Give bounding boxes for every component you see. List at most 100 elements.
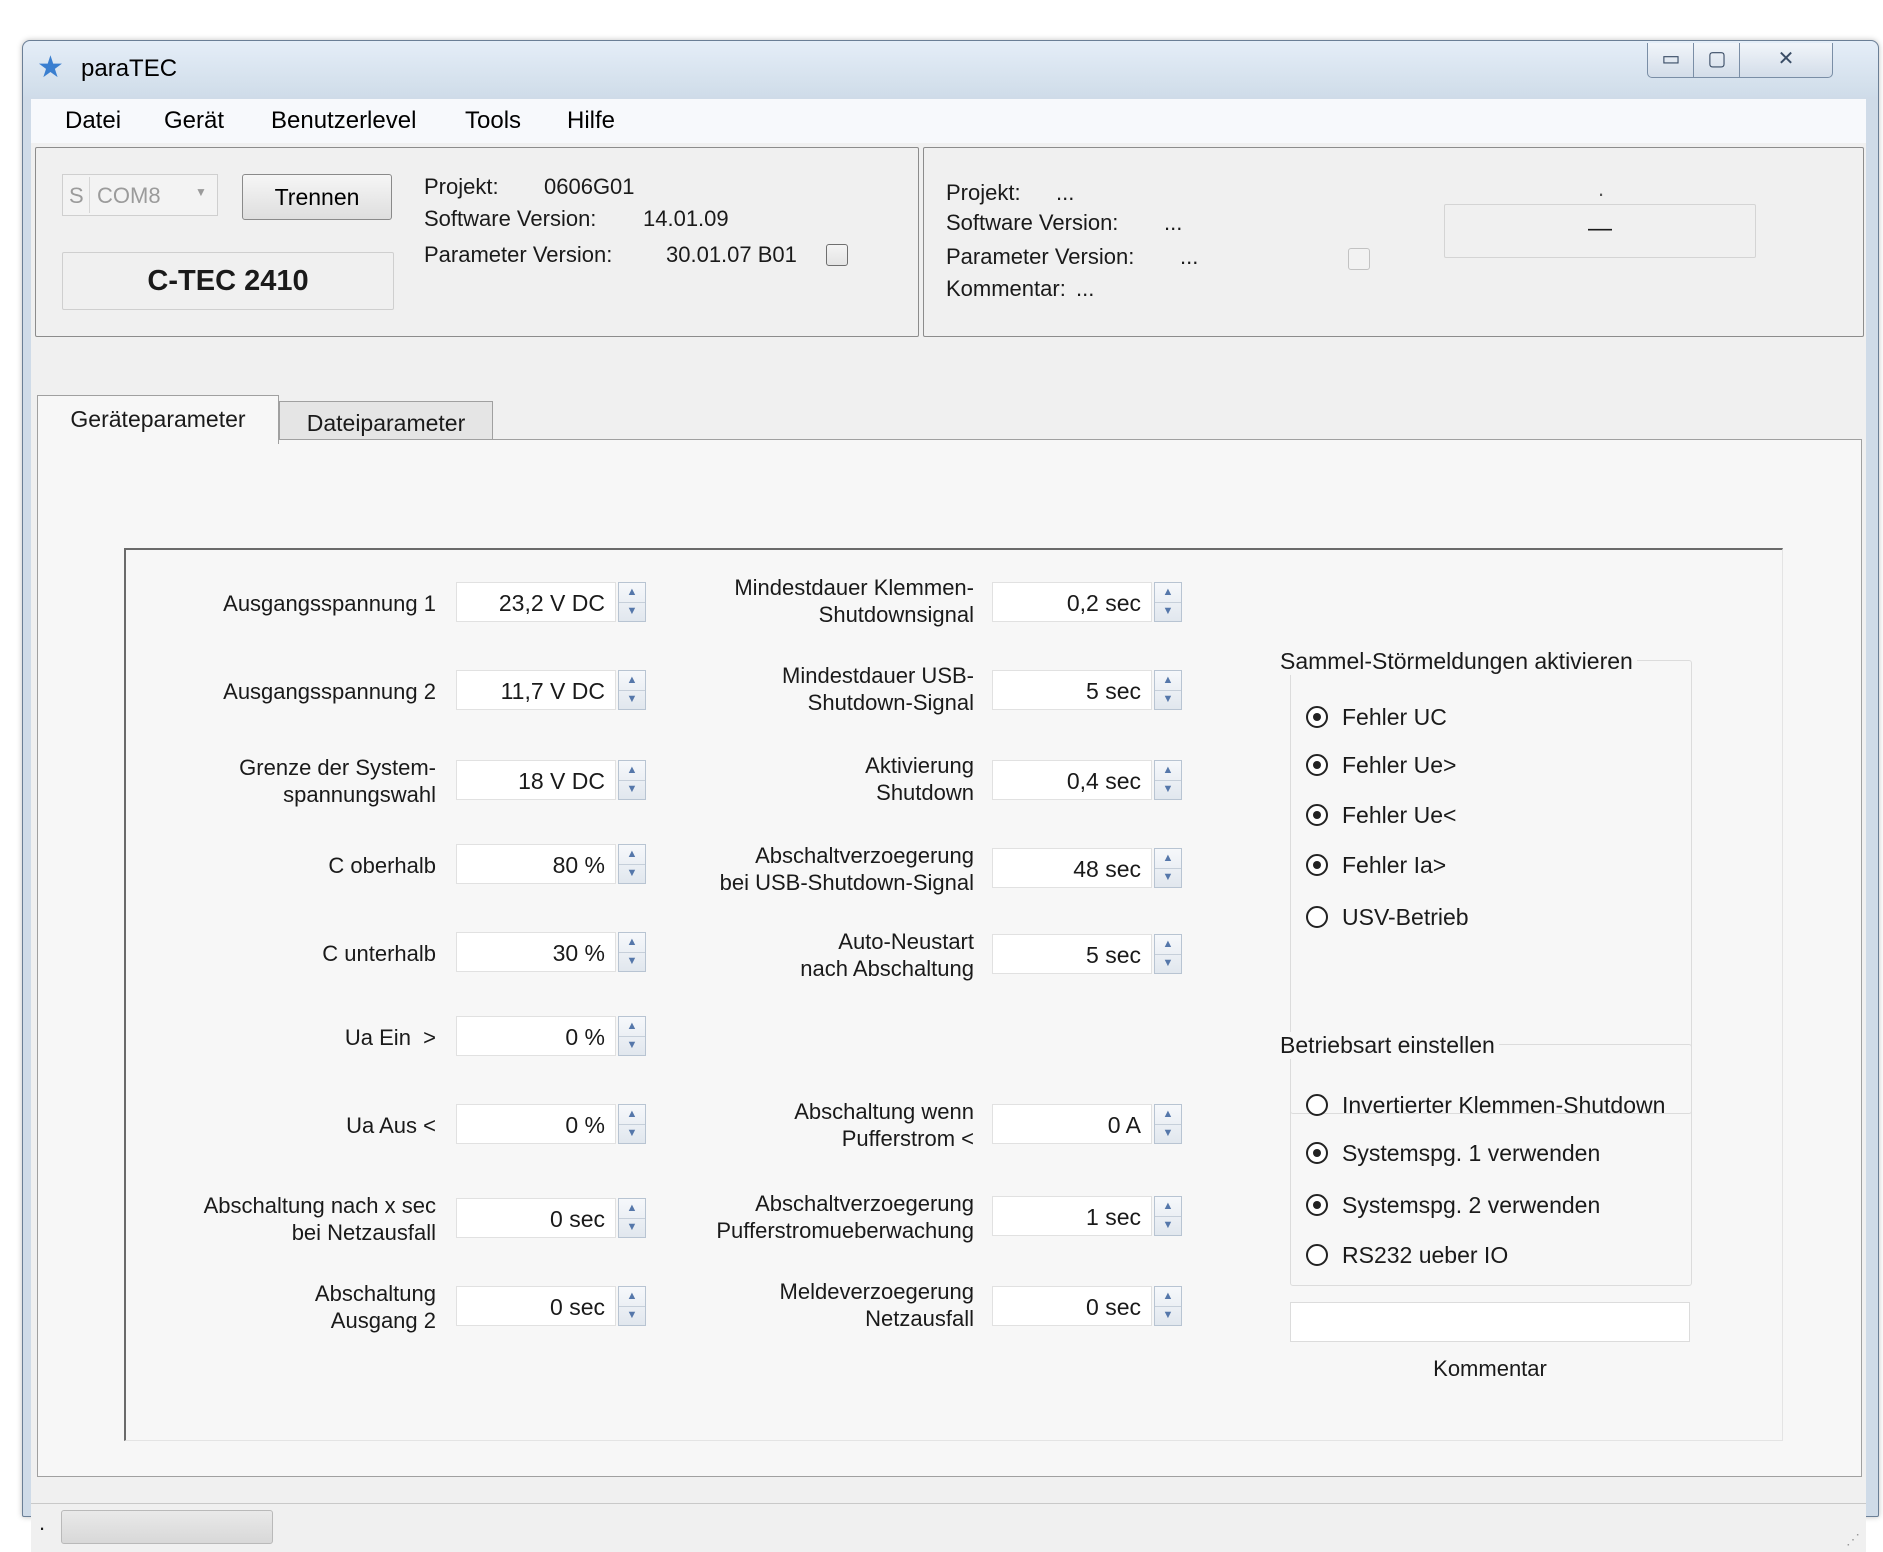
minimize-button[interactable]: ▭ — [1647, 43, 1695, 78]
param-spinner[interactable]: ▲ ▼ — [1154, 934, 1182, 974]
menu-datei[interactable]: Datei — [65, 107, 121, 135]
spin-up-icon[interactable]: ▲ — [1155, 1197, 1181, 1217]
radio-fehler-ue-lt[interactable] — [1306, 804, 1328, 826]
spin-up-icon[interactable]: ▲ — [1155, 1105, 1181, 1125]
spin-down-icon[interactable]: ▼ — [1155, 868, 1181, 887]
spin-up-icon[interactable]: ▲ — [619, 671, 645, 691]
spin-down-icon[interactable]: ▼ — [619, 952, 645, 971]
spin-up-icon[interactable]: ▲ — [619, 933, 645, 953]
com-port-select[interactable]: S COM8 ▼ — [62, 174, 218, 216]
spin-up-icon[interactable]: ▲ — [619, 761, 645, 781]
spin-down-icon[interactable]: ▼ — [619, 602, 645, 621]
param-input[interactable]: 0 % — [456, 1016, 616, 1056]
spin-down-icon[interactable]: ▼ — [1155, 954, 1181, 973]
param-input[interactable]: 0,2 sec — [992, 582, 1152, 622]
param-input[interactable]: 5 sec — [992, 670, 1152, 710]
param-input[interactable]: 0 sec — [456, 1286, 616, 1326]
menu-tools[interactable]: Tools — [465, 107, 521, 135]
param-input[interactable]: 80 % — [456, 844, 616, 884]
param-input[interactable]: 0 A — [992, 1104, 1152, 1144]
spin-down-icon[interactable]: ▼ — [619, 1218, 645, 1237]
param-input[interactable]: 0 sec — [992, 1286, 1152, 1326]
param-input[interactable]: 0 % — [456, 1104, 616, 1144]
param-spinner[interactable]: ▲ ▼ — [618, 670, 646, 710]
param-input[interactable]: 0 sec — [456, 1198, 616, 1238]
resize-grip-icon[interactable]: ⋰ — [1846, 1531, 1860, 1548]
param-input[interactable]: 30 % — [456, 932, 616, 972]
file-status-box: — — [1444, 204, 1756, 258]
spin-down-icon[interactable]: ▼ — [1155, 780, 1181, 799]
spin-up-icon[interactable]: ▲ — [1155, 671, 1181, 691]
spin-up-icon[interactable]: ▲ — [1155, 849, 1181, 869]
radio-systemspg-1[interactable] — [1306, 1142, 1328, 1164]
spin-up-icon[interactable]: ▲ — [619, 1105, 645, 1125]
device-info-panel: S COM8 ▼ Trennen C-TEC 2410 Projekt: 060… — [35, 147, 919, 337]
spin-down-icon[interactable]: ▼ — [619, 864, 645, 883]
param-spinner[interactable]: ▲ ▼ — [618, 582, 646, 622]
param-input[interactable]: 0,4 sec — [992, 760, 1152, 800]
param-label: Aktivierung Shutdown — [865, 753, 974, 805]
param-spinner[interactable]: ▲ ▼ — [618, 844, 646, 884]
spin-up-icon[interactable]: ▲ — [1155, 1287, 1181, 1307]
param-spinner[interactable]: ▲ ▼ — [618, 1104, 646, 1144]
param-spinner[interactable]: ▲ ▼ — [1154, 848, 1182, 888]
radio-fehler-ia-gt[interactable] — [1306, 854, 1328, 876]
menu-hilfe[interactable]: Hilfe — [567, 107, 615, 135]
spin-down-icon[interactable]: ▼ — [1155, 1216, 1181, 1235]
param-spinner[interactable]: ▲ ▼ — [1154, 1286, 1182, 1326]
param-input[interactable]: 5 sec — [992, 934, 1152, 974]
spin-down-icon[interactable]: ▼ — [1155, 602, 1181, 621]
param-spinner[interactable]: ▲ ▼ — [618, 932, 646, 972]
spin-up-icon[interactable]: ▲ — [1155, 583, 1181, 603]
tab-dateiparameter[interactable]: Dateiparameter — [279, 401, 493, 442]
spin-down-icon[interactable]: ▼ — [619, 780, 645, 799]
disconnect-button[interactable]: Trennen — [242, 174, 392, 220]
parameter-version-checkbox[interactable] — [826, 244, 848, 266]
radio-systemspg-2[interactable] — [1306, 1194, 1328, 1216]
tab-geraeteparameter[interactable]: Geräteparameter — [37, 395, 279, 444]
file-parameter-checkbox[interactable] — [1348, 248, 1370, 270]
spin-up-icon[interactable]: ▲ — [619, 845, 645, 865]
menu-geraet[interactable]: Gerät — [164, 107, 224, 135]
param-spinner[interactable]: ▲ ▼ — [1154, 760, 1182, 800]
spin-up-icon[interactable]: ▲ — [1155, 935, 1181, 955]
spin-up-icon[interactable]: ▲ — [619, 1199, 645, 1219]
param-label: Auto-Neustart nach Abschaltung — [800, 929, 974, 981]
spin-up-icon[interactable]: ▲ — [619, 1287, 645, 1307]
spin-up-icon[interactable]: ▲ — [1155, 761, 1181, 781]
param-spinner[interactable]: ▲ ▼ — [618, 1286, 646, 1326]
param-spinner[interactable]: ▲ ▼ — [1154, 582, 1182, 622]
param-spinner[interactable]: ▲ ▼ — [1154, 1196, 1182, 1236]
close-button[interactable]: ✕ — [1739, 43, 1833, 78]
radio-fehler-ue-gt[interactable] — [1306, 754, 1328, 776]
comment-input[interactable] — [1290, 1302, 1690, 1342]
spin-down-icon[interactable]: ▼ — [619, 1306, 645, 1325]
spin-up-icon[interactable]: ▲ — [619, 583, 645, 603]
param-input[interactable]: 1 sec — [992, 1196, 1152, 1236]
menu-benutzerlevel[interactable]: Benutzerlevel — [271, 107, 416, 135]
param-spinner[interactable]: ▲ ▼ — [618, 1198, 646, 1238]
spin-down-icon[interactable]: ▼ — [619, 1124, 645, 1143]
spin-up-icon[interactable]: ▲ — [619, 1017, 645, 1037]
param-input[interactable]: 23,2 V DC — [456, 582, 616, 622]
spin-down-icon[interactable]: ▼ — [619, 690, 645, 709]
radio-fehler-uc[interactable] — [1306, 706, 1328, 728]
radio-rs232-ueber-io[interactable] — [1306, 1244, 1328, 1266]
spin-down-icon[interactable]: ▼ — [1155, 690, 1181, 709]
param-spinner[interactable]: ▲ ▼ — [618, 760, 646, 800]
param-spinner[interactable]: ▲ ▼ — [618, 1016, 646, 1056]
spin-down-icon[interactable]: ▼ — [1155, 1306, 1181, 1325]
param-input[interactable]: 11,7 V DC — [456, 670, 616, 710]
radio-label: Fehler Ia> — [1342, 852, 1447, 878]
radio-usv-betrieb[interactable] — [1306, 906, 1328, 928]
project-value: 0606G01 — [544, 174, 635, 199]
maximize-button[interactable]: ▢ — [1693, 43, 1741, 78]
mode-group-title: Betriebsart einstellen — [1276, 1032, 1499, 1059]
spin-down-icon[interactable]: ▼ — [619, 1036, 645, 1055]
spin-down-icon[interactable]: ▼ — [1155, 1124, 1181, 1143]
radio-invertierter-shutdown[interactable] — [1306, 1094, 1328, 1116]
param-input[interactable]: 48 sec — [992, 848, 1152, 888]
param-spinner[interactable]: ▲ ▼ — [1154, 1104, 1182, 1144]
param-input[interactable]: 18 V DC — [456, 760, 616, 800]
param-spinner[interactable]: ▲ ▼ — [1154, 670, 1182, 710]
